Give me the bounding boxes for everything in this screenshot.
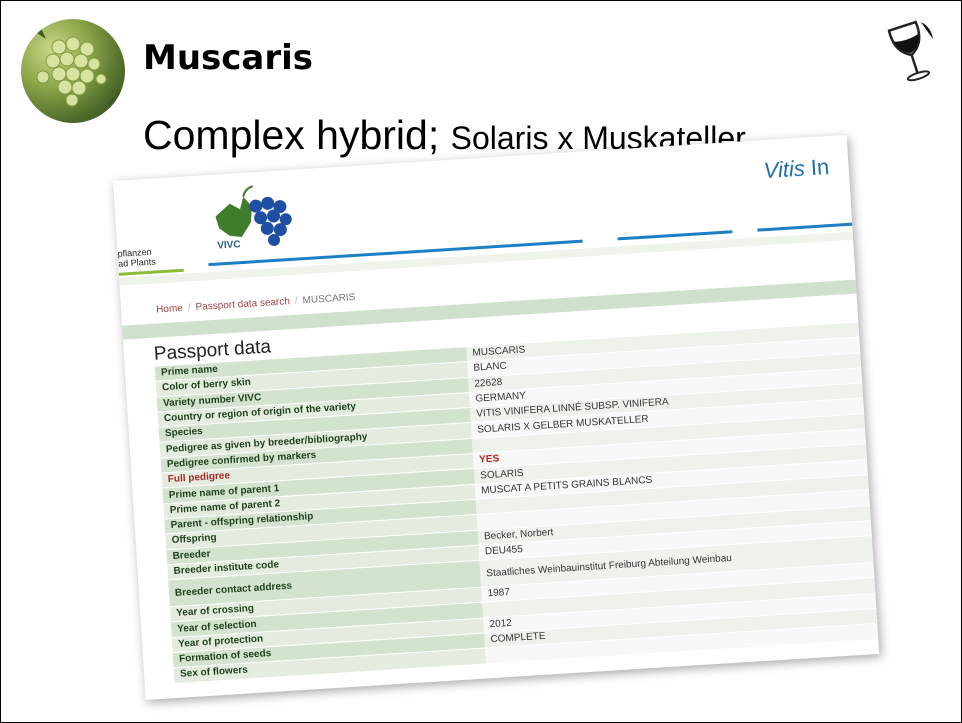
header-blue-line-3	[757, 222, 853, 232]
header-blue-line-2	[617, 230, 733, 241]
site-title-italic: Vitis	[762, 155, 806, 184]
passport-table: Prime name MUSCARIS Color of berry skin BL…	[154, 322, 879, 684]
site-title: Vitis In	[763, 154, 830, 184]
grape-cluster-photo	[21, 19, 125, 123]
subtitle-main: Complex hybrid;	[143, 112, 451, 158]
site-title-rest: In	[803, 154, 830, 181]
header-side-label: pflanzen ad Plants	[117, 247, 156, 269]
vivc-logo-text: VIVC	[216, 239, 241, 252]
breadcrumb-separator: /	[187, 302, 191, 314]
breadcrumb-separator: /	[294, 295, 299, 307]
slide-title: Muscaris	[143, 38, 314, 78]
breadcrumb-search[interactable]: Passport data search	[195, 296, 290, 313]
side-label-line2: ad Plants	[117, 256, 156, 269]
breadcrumb-current: MUSCARIS	[302, 292, 356, 307]
slide: Muscaris Complex hybrid; Solaris x Muska…	[0, 0, 962, 723]
wine-glass-icon	[881, 17, 941, 89]
breadcrumb-home[interactable]: Home	[156, 303, 183, 316]
vivc-screenshot: pflanzen ad Plants VIVC Vitis In Home / …	[113, 134, 880, 700]
